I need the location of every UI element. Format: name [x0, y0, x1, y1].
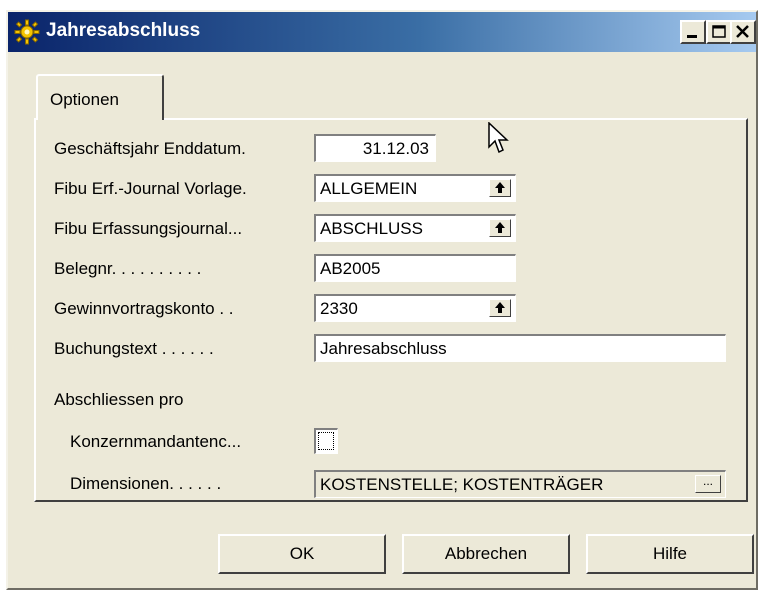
- close-icon: [736, 25, 749, 38]
- assist-edit-icon: ...: [702, 474, 713, 488]
- close-button[interactable]: [730, 20, 756, 44]
- window-title: Jahresabschluss: [46, 20, 201, 41]
- ok-button[interactable]: OK: [218, 534, 386, 574]
- retained-earnings-field[interactable]: 2330: [314, 294, 516, 322]
- dimensions-assist-button[interactable]: ...: [695, 475, 721, 493]
- dimensions-value: KOSTENSTELLE; KOSTENTRÄGER: [320, 475, 604, 494]
- document-no-field[interactable]: AB2005: [314, 254, 516, 282]
- cancel-button[interactable]: Abbrechen: [402, 534, 570, 574]
- retained-earnings-value: 2330: [320, 299, 358, 318]
- business-unit-checkbox[interactable]: [314, 428, 338, 454]
- retained-earnings-label: Gewinnvortragskonto . .: [54, 299, 234, 318]
- up-arrow-icon: [495, 182, 505, 193]
- maximize-button[interactable]: [706, 20, 732, 44]
- gl-batch-field[interactable]: ABSCHLUSS: [314, 214, 516, 242]
- fiscal-year-end-field[interactable]: 31.12.03: [314, 134, 436, 162]
- document-no-label: Belegnr. . . . . . . . . .: [54, 259, 202, 278]
- posting-description-label: Buchungstext . . . . . .: [54, 339, 214, 358]
- gl-template-value: ALLGEMEIN: [320, 179, 418, 198]
- close-per-heading: Abschliessen pro: [54, 390, 184, 409]
- gl-template-field[interactable]: ALLGEMEIN: [314, 174, 516, 202]
- dialog-window: Jahresabschluss Optionen Geschäftsjahr E…: [6, 10, 758, 590]
- dimensions-label: Dimensionen. . . . . .: [70, 474, 222, 493]
- gl-batch-value: ABSCHLUSS: [320, 219, 423, 238]
- gl-template-lookup-button[interactable]: [489, 179, 511, 197]
- retained-earnings-lookup-button[interactable]: [489, 299, 511, 317]
- up-arrow-icon: [495, 302, 505, 313]
- gl-template-label: Fibu Erf.-Journal Vorlage.: [54, 179, 247, 198]
- minimize-icon: [687, 35, 697, 38]
- gl-batch-lookup-button[interactable]: [489, 219, 511, 237]
- up-arrow-icon: [495, 222, 505, 233]
- sun-gear-icon: [14, 19, 40, 45]
- gl-batch-label: Fibu Erfassungsjournal...: [54, 219, 243, 238]
- fiscal-year-end-label: Geschäftsjahr Enddatum.: [54, 139, 246, 158]
- dimensions-field[interactable]: KOSTENSTELLE; KOSTENTRÄGER ...: [314, 470, 726, 498]
- help-button[interactable]: Hilfe: [586, 534, 754, 574]
- mouse-pointer-icon: [488, 122, 509, 154]
- tab-label: Optionen: [50, 90, 119, 109]
- posting-description-field[interactable]: Jahresabschluss: [314, 334, 726, 362]
- minimize-button[interactable]: [680, 20, 706, 44]
- title-bar[interactable]: Jahresabschluss: [8, 12, 756, 52]
- tab-optionen[interactable]: Optionen: [36, 74, 164, 120]
- maximize-icon: [712, 25, 726, 38]
- business-unit-label: Konzernmandantenc...: [70, 432, 242, 451]
